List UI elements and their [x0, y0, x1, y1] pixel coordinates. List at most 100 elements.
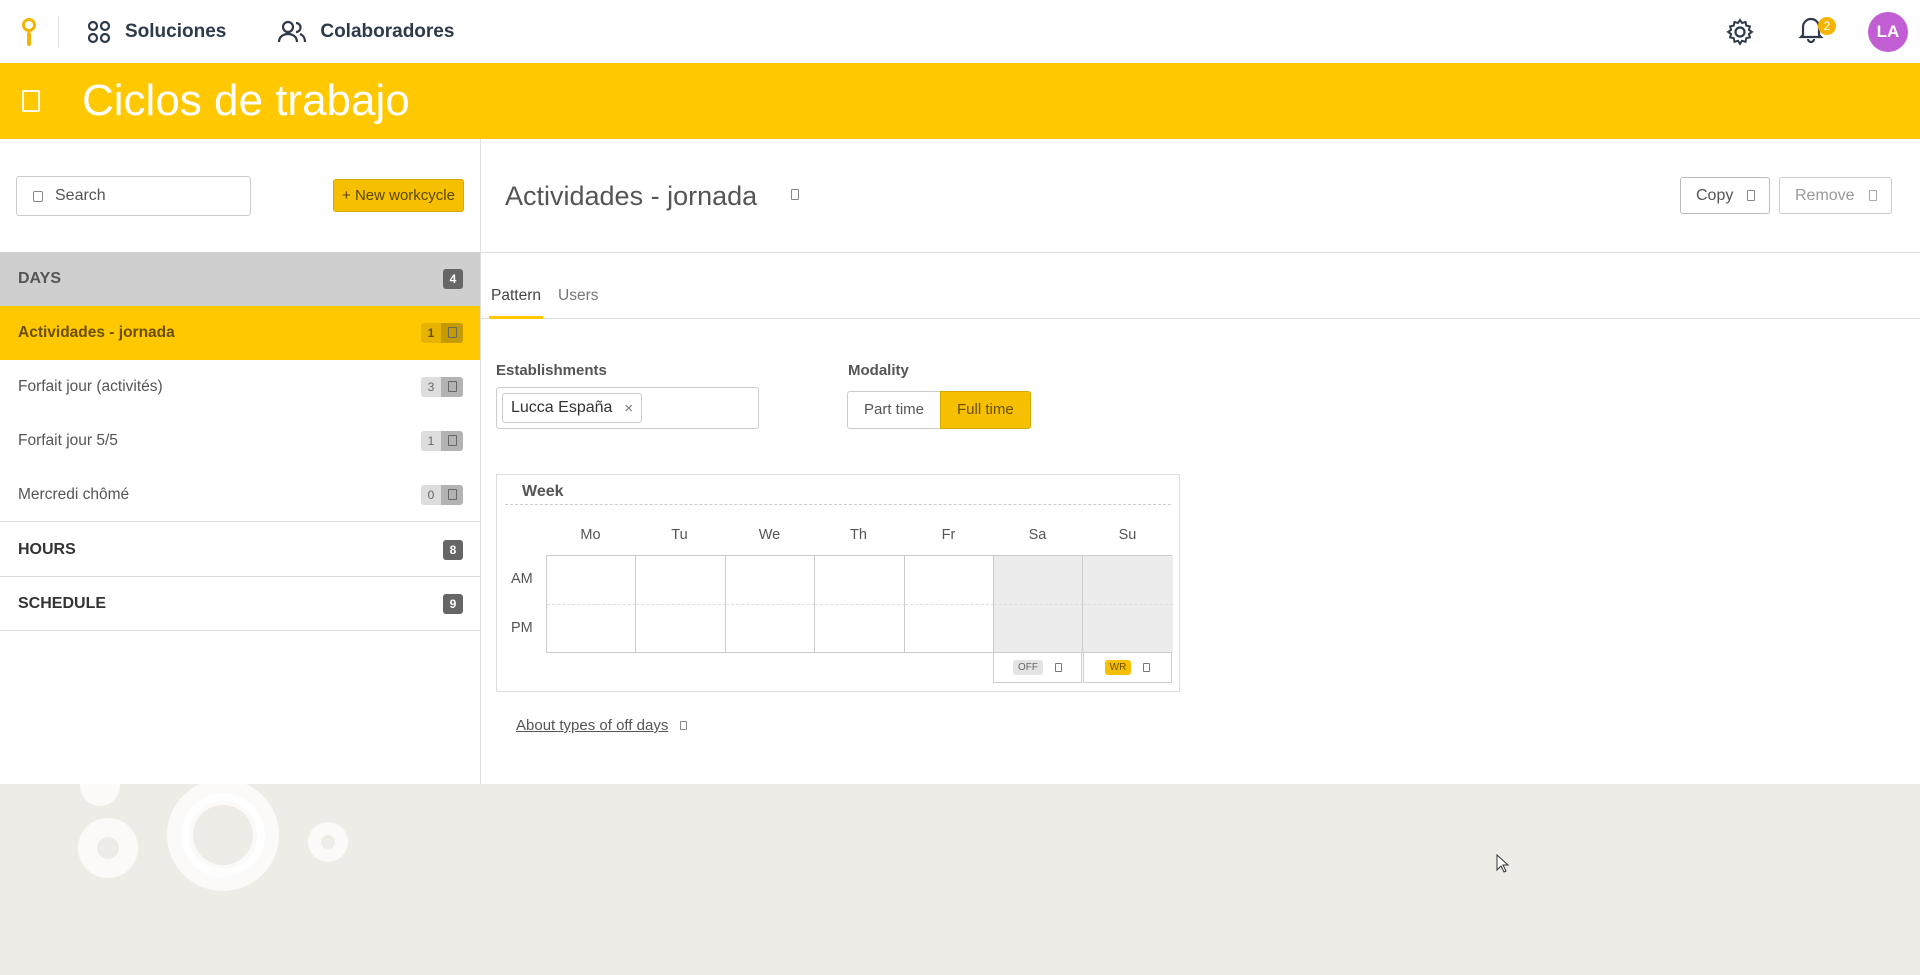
cell-tu-pm[interactable]: [636, 604, 726, 652]
back-icon[interactable]: [22, 90, 40, 112]
workcycle-item[interactable]: Forfait jour 5/5 1: [0, 414, 480, 468]
workcycle-sidebar: Search + New workcycle DAYS 4 Actividade…: [0, 139, 481, 784]
saturday-off-type[interactable]: OFF: [993, 653, 1082, 683]
workcycle-item[interactable]: Actividades - jornada 1: [0, 306, 480, 360]
group-count: 8: [443, 539, 463, 560]
users-count-icon: [441, 377, 463, 397]
cell-mo-pm[interactable]: [547, 604, 637, 652]
modality-label: Modality: [848, 362, 909, 379]
tab-pattern[interactable]: Pattern: [489, 283, 543, 319]
group-schedule[interactable]: SCHEDULE 9: [0, 577, 480, 631]
copy-button-label: Copy: [1696, 186, 1734, 204]
page-title: Ciclos de trabajo: [82, 76, 410, 125]
establishments-select[interactable]: Lucca España ×: [496, 387, 759, 429]
cell-su-am[interactable]: [1083, 556, 1173, 604]
cell-sa-am[interactable]: [994, 556, 1084, 604]
cell-we-pm[interactable]: [725, 604, 816, 652]
cell-fr-am[interactable]: [905, 556, 994, 604]
group-count: 9: [443, 593, 463, 614]
search-placeholder: Search: [55, 187, 106, 204]
edit-icon: [1055, 663, 1062, 672]
users-count-icon: [441, 484, 463, 505]
week-pattern: Week Mo Tu We Th Fr Sa Su AM PM OFF WR: [496, 474, 1180, 692]
row-header: PM: [511, 620, 533, 636]
day-header: Mo: [580, 527, 601, 543]
search-icon: [33, 190, 43, 202]
workcycle-item-label: Mercredi chômé: [18, 485, 130, 503]
group-label: SCHEDULE: [18, 594, 107, 612]
group-label: HOURS: [18, 540, 76, 558]
workcycle-item-count: 3: [421, 377, 441, 397]
remove-button[interactable]: Remove: [1779, 177, 1892, 214]
divider: [481, 252, 1920, 253]
trash-icon: [1868, 190, 1877, 201]
off-day-tag: OFF: [1013, 660, 1043, 675]
gear-icon[interactable]: [1726, 17, 1754, 46]
edit-icon[interactable]: [791, 189, 799, 200]
modality-full-time[interactable]: Full time: [940, 391, 1031, 429]
cell-su-pm[interactable]: [1083, 604, 1173, 652]
cell-mo-am[interactable]: [547, 556, 637, 604]
modality-toggle: Part time Full time: [847, 391, 1031, 429]
sunday-off-type[interactable]: WR: [1083, 653, 1172, 683]
user-avatar[interactable]: LA: [1868, 11, 1908, 52]
lucca-logo-icon[interactable]: [20, 17, 40, 47]
workcycle-item-count: 1: [421, 323, 441, 343]
cell-sa-pm[interactable]: [994, 604, 1084, 652]
workcycle-item-count: 0: [421, 484, 441, 505]
logo-divider: [58, 15, 59, 48]
top-navigation: Soluciones Colaboradores 2 LA: [0, 0, 1920, 63]
day-header: Tu: [671, 527, 688, 543]
page-header: Ciclos de trabajo: [0, 63, 1920, 139]
cell-th-pm[interactable]: [815, 604, 905, 652]
mouse-cursor-icon: [1496, 854, 1510, 873]
search-input[interactable]: Search: [16, 176, 251, 216]
workcycle-item-count: 1: [421, 431, 441, 451]
workcycle-item-label: Forfait jour (activités): [18, 378, 163, 395]
week-grid: [546, 555, 1173, 653]
group-hours[interactable]: HOURS 8: [0, 523, 480, 577]
workcycle-item-label: Forfait jour 5/5: [18, 432, 118, 449]
week-title: Week: [522, 483, 564, 500]
users-icon: [278, 20, 307, 42]
modality-part-time[interactable]: Part time: [847, 391, 941, 429]
group-days[interactable]: DAYS 4: [0, 252, 480, 306]
users-count-icon: [441, 323, 463, 343]
establishment-chip-label: Lucca España: [511, 399, 613, 416]
day-header: Th: [850, 527, 867, 543]
gears-decoration-icon: [78, 780, 348, 891]
chip-remove-icon[interactable]: ×: [624, 400, 633, 417]
week-divider: [505, 504, 1171, 505]
new-workcycle-button[interactable]: + New workcycle: [333, 179, 464, 212]
day-header: We: [758, 527, 781, 543]
cell-th-am[interactable]: [815, 556, 905, 604]
cell-fr-pm[interactable]: [904, 604, 994, 652]
external-link-icon: [680, 721, 688, 730]
off-day-tag: WR: [1104, 660, 1132, 675]
cell-we-am[interactable]: [726, 556, 816, 604]
grid-icon: [87, 20, 111, 43]
nav-solutions[interactable]: Soluciones: [87, 20, 226, 44]
day-header: Su: [1118, 527, 1137, 543]
workcycle-item[interactable]: Forfait jour (activités) 3: [0, 360, 480, 414]
row-header: AM: [511, 571, 533, 587]
notifications-button[interactable]: 2: [1798, 15, 1836, 48]
about-off-days-link[interactable]: About types of off days: [516, 717, 688, 734]
group-label: DAYS: [18, 270, 61, 287]
nav-collaborators-label: Colaboradores: [320, 20, 455, 42]
group-count: 4: [443, 269, 463, 289]
day-header: Sa: [1028, 527, 1047, 543]
content-area: Search + New workcycle DAYS 4 Actividade…: [0, 139, 1920, 784]
cell-tu-am[interactable]: [636, 556, 726, 604]
copy-button[interactable]: Copy: [1680, 177, 1771, 214]
establishment-chip: Lucca España ×: [502, 393, 643, 423]
notifications-badge: 2: [1818, 17, 1836, 35]
day-header: Fr: [941, 527, 956, 543]
remove-button-label: Remove: [1795, 186, 1855, 204]
users-count-icon: [441, 431, 463, 451]
nav-solutions-label: Soluciones: [125, 20, 227, 42]
nav-collaborators[interactable]: Colaboradores: [278, 20, 454, 44]
tab-users[interactable]: Users: [556, 283, 600, 319]
establishments-label: Establishments: [496, 362, 607, 379]
workcycle-item[interactable]: Mercredi chômé 0: [0, 468, 480, 522]
